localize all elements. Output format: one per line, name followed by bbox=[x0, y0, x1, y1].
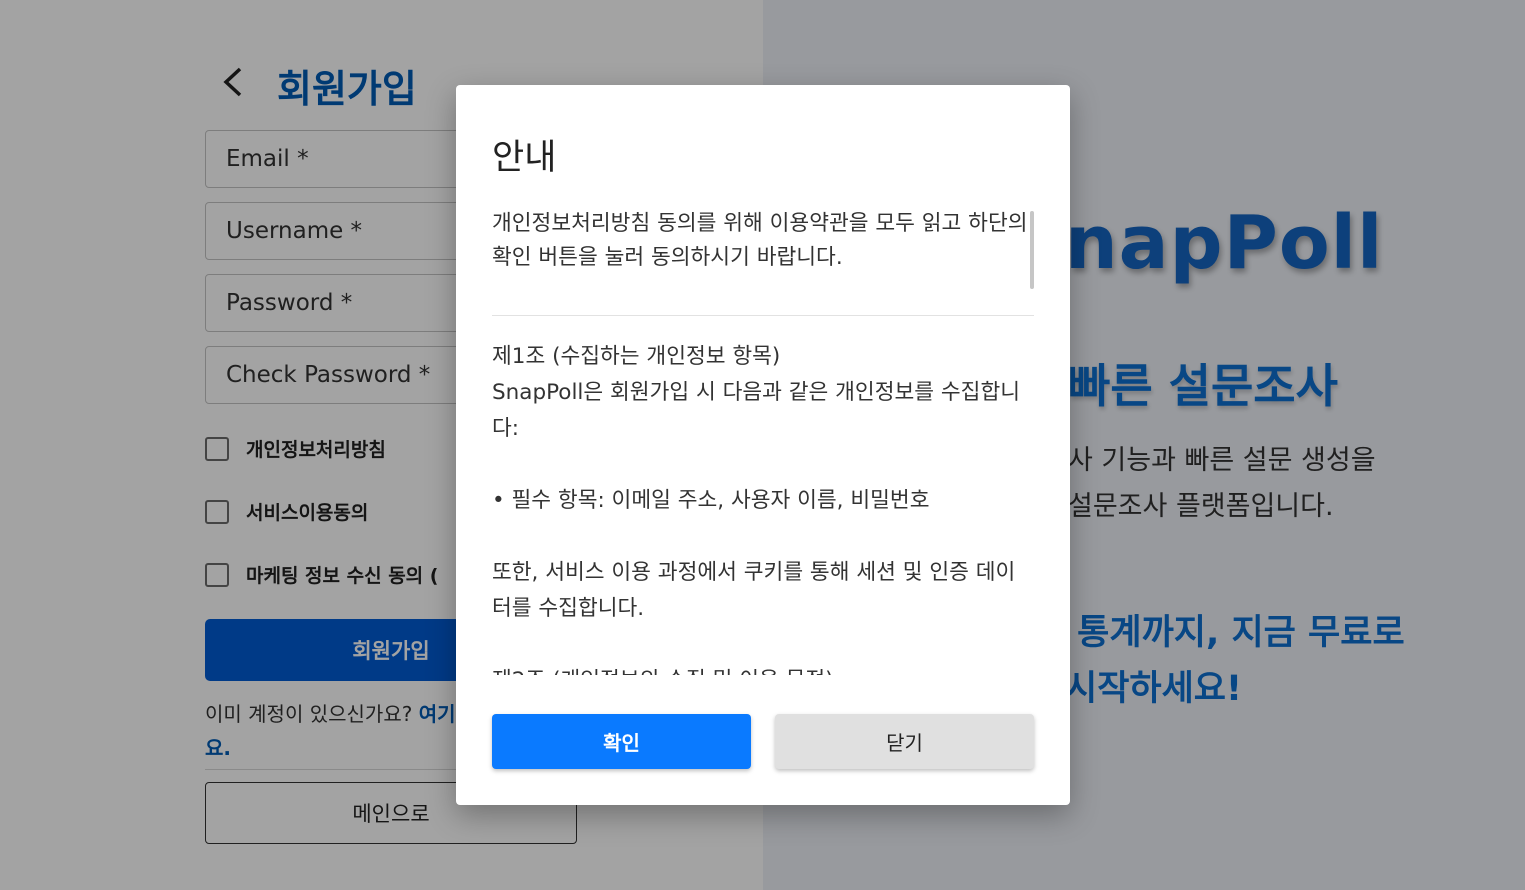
confirm-button[interactable]: 확인 bbox=[492, 714, 751, 769]
dialog-title: 안내 bbox=[492, 138, 557, 178]
dialog-intro[interactable]: 개인정보처리방침 동의를 위해 이용약관을 모두 읽고 하단의 확인 버튼을 눌… bbox=[492, 207, 1034, 297]
terms-scroll-area[interactable]: 제1조 (수집하는 개인정보 항목) SnapPoll은 회원가입 시 다음과 … bbox=[492, 339, 1034, 675]
dialog-intro-text: 개인정보처리방침 동의를 위해 이용약관을 모두 읽고 하단의 확인 버튼을 눌… bbox=[492, 211, 1028, 270]
close-button[interactable]: 닫기 bbox=[775, 714, 1034, 769]
terms-text: 제1조 (수집하는 개인정보 항목) SnapPoll은 회원가입 시 다음과 … bbox=[492, 344, 1021, 675]
notice-dialog: 안내 개인정보처리방침 동의를 위해 이용약관을 모두 읽고 하단의 확인 버튼… bbox=[456, 85, 1070, 805]
intro-scrollbar[interactable] bbox=[1030, 211, 1034, 289]
dialog-divider bbox=[492, 315, 1034, 316]
